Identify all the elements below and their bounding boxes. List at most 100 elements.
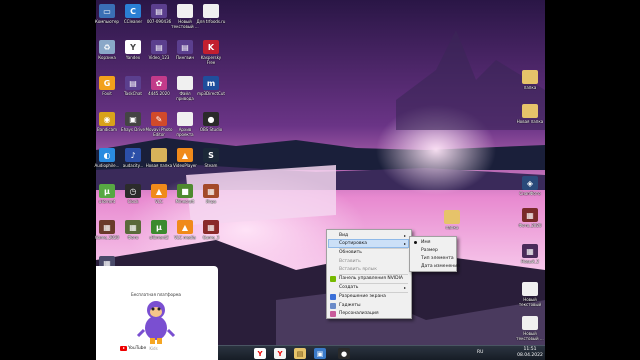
desktop_left-shortcut[interactable]: ▣ Ehays Drive <box>119 112 147 142</box>
desktop_right-shortcut[interactable]: Новая папка <box>516 104 544 134</box>
desktop_left-shortcut[interactable]: ▤ Пингвин <box>171 40 199 70</box>
desktop_left-shortcut[interactable]: ◷ Clock <box>119 184 147 214</box>
app-icon: ◈ <box>522 176 538 190</box>
context-menu-item-label: Вставить ярлык <box>339 267 377 272</box>
desktop_left-shortcut[interactable]: µ uTorrent2 <box>145 220 173 250</box>
panel-text: Бесплатная платформа <box>131 292 181 297</box>
sort-option[interactable]: Размер <box>421 247 454 254</box>
sort-option[interactable]: Дата изменения <box>421 263 460 270</box>
desktop_left-shortcut[interactable]: K Kaspersky Free <box>197 40 225 70</box>
desktop_left-shortcut[interactable]: ▲ VideoPlayer <box>171 148 199 178</box>
desktop_left-shortcut[interactable]: ▤ 007-090436 <box>145 4 173 34</box>
context-menu-item-label: Обновить <box>339 250 362 255</box>
youtube-kids-panel: Бесплатная платформа YouTube Kids <box>96 266 218 360</box>
youtube-play-icon <box>120 346 127 351</box>
folder-icon <box>522 70 538 84</box>
desktop-screen: ▭ Компьютер C CCleaner ▤ 007-090436 Новый текс… <box>0 0 640 360</box>
desktop_left-shortcut[interactable]: ♻ Корзина <box>93 40 121 70</box>
desktop_left-shortcut[interactable]: ▦ Игра <box>197 184 225 214</box>
desktop_left-shortcut[interactable]: ✿ 4445.2020 <box>145 76 173 106</box>
context-menu-item[interactable]: Персонализация <box>339 310 408 317</box>
desktop_left-shortcut[interactable]: G Foxit <box>93 76 121 106</box>
desktop_right-shortcut[interactable]: Новый текстовый <box>516 282 544 312</box>
media-taskbar-button[interactable]: ▣ <box>314 348 326 359</box>
gadgets-icon <box>330 303 336 309</box>
app-icon: ▣ <box>125 112 141 126</box>
context-menu-item[interactable]: Панель управления NVIDIA <box>339 275 408 282</box>
desktop_right-shortcut[interactable]: ▦ Фото_2020 <box>516 208 544 238</box>
desktop_left-shortcut[interactable]: ▲ VLC media <box>171 220 199 250</box>
sort-option[interactable]: Имя <box>421 239 454 246</box>
desktop_left-shortcut[interactable]: ▦ Game_2020 <box>93 220 121 250</box>
explorer-taskbar-button[interactable]: ▤ <box>294 348 306 359</box>
context-menu-item[interactable]: Обновить <box>339 249 408 256</box>
vlc-icon: ▲ <box>177 220 193 234</box>
desktop_left-shortcut[interactable]: ▦ Game_3 <box>197 220 225 250</box>
mascot-icon <box>136 301 176 344</box>
desktop_left-shortcut[interactable]: Архив проекта <box>171 112 199 142</box>
desktop_left-shortcut[interactable]: Для trfoods.ru <box>197 4 225 34</box>
desktop_right-shortcut[interactable]: Новый текстовый ... <box>516 316 544 346</box>
desktop_right-shortcut[interactable]: ▦ Новый_2 <box>516 244 544 274</box>
desktop_left-shortcut[interactable]: ● OBS Studio <box>197 112 225 142</box>
desktop_left-shortcut[interactable]: Y Yandex <box>119 40 147 70</box>
context-menu-item[interactable]: Сортировка ▸ <box>328 239 409 248</box>
desktop_right-shortcut[interactable]: папка <box>516 70 544 100</box>
desktop_left-shortcut[interactable]: ▦ Фото <box>119 220 147 250</box>
desktop_left-shortcut[interactable]: ▲ VLC <box>145 184 173 214</box>
shortcut-label: mp3DirectCut <box>197 91 225 96</box>
computer-icon: ▭ <box>99 4 115 18</box>
context-menu-item[interactable]: Вставить <box>339 258 408 265</box>
text-file-icon <box>177 112 193 126</box>
obs-taskbar-button[interactable]: ● <box>338 348 350 359</box>
desktop_left-shortcut[interactable]: Файл привода <box>171 76 199 106</box>
desktop_left-shortcut[interactable]: ■ Minecraft <box>171 184 199 214</box>
text-file-icon <box>177 4 193 18</box>
context-menu-item-label: Разрешение экрана <box>339 294 386 299</box>
youtube-logo-text: YouTube <box>128 346 147 351</box>
game-icon: ▦ <box>203 220 219 234</box>
context-menu-item-label: Сортировка <box>339 241 368 246</box>
context-menu-item-label: Гаджеты <box>339 303 361 308</box>
desktop_left-shortcut[interactable]: Новый текстовый ... <box>171 4 199 34</box>
desktop_left-shortcut[interactable]: ▤ TaskChat <box>119 76 147 106</box>
context-menu-item[interactable]: Вид ▸ <box>339 232 408 239</box>
desktop_left-shortcut[interactable]: Новая папка <box>145 148 173 178</box>
context-menu-item-label: Панель управления NVIDIA <box>339 276 403 281</box>
clock[interactable]: 11:51 08.04.2022 <box>516 347 544 359</box>
vlc-icon: ▲ <box>177 148 193 162</box>
desktop_left-shortcut[interactable]: ▭ Компьютер <box>93 4 121 34</box>
desktop_left-shortcut[interactable]: ▤ Video_123 <box>145 40 173 70</box>
yandex-browser-taskbar-button[interactable]: Y <box>274 348 286 359</box>
desktop_left-shortcut[interactable]: ✎ Movavi Photo Editor <box>145 112 173 142</box>
submenu-arrow-icon: ▸ <box>403 233 406 238</box>
context-menu-item[interactable]: Создать ▸ <box>339 284 408 291</box>
video-file-icon: ▤ <box>151 4 167 18</box>
video-file-icon: ▤ <box>125 76 141 90</box>
desktop_left-shortcut[interactable]: C CCleaner <box>119 4 147 34</box>
submenu-arrow-icon: ▸ <box>403 241 406 246</box>
shortcut-label: Kaspersky Free <box>200 55 222 65</box>
desktop_left-shortcut[interactable]: ◉ Bandicam <box>93 112 121 142</box>
desktop_right-shortcut[interactable]: ◈ СнапФото <box>516 176 544 206</box>
context-menu-item[interactable]: Гаджеты <box>339 302 408 309</box>
obs-icon: ● <box>203 112 219 126</box>
desktop_left-shortcut[interactable]: ◐ Audiophile... <box>93 148 121 178</box>
yandex-taskbar-button[interactable]: Y <box>254 348 266 359</box>
desktop_left-shortcut[interactable]: µ uTorrent <box>93 184 121 214</box>
mp3directcut-icon: m <box>203 76 219 90</box>
shortcut-label: Steam <box>204 163 218 168</box>
sort-option[interactable]: Тип элемента <box>421 255 454 262</box>
desktop_left-shortcut[interactable]: ♪ audacity... <box>119 148 147 178</box>
context-menu-item-label: Вставить <box>339 259 361 264</box>
context-menu-item[interactable]: Разрешение экрана <box>339 293 408 300</box>
selected-dot-icon <box>414 241 417 244</box>
folder-label: папка <box>445 225 459 230</box>
sort-submenu: Имя Размер Тип элемента Дата изменения <box>409 236 460 272</box>
desktop_left-shortcut[interactable]: S Steam <box>197 148 225 178</box>
context-menu-item[interactable]: Вставить ярлык <box>339 266 408 273</box>
desktop_left-shortcut[interactable]: m mp3DirectCut <box>197 76 225 106</box>
folder-icon <box>444 210 460 224</box>
steam-icon: S <box>203 148 219 162</box>
language-indicator[interactable]: RU <box>477 350 483 355</box>
